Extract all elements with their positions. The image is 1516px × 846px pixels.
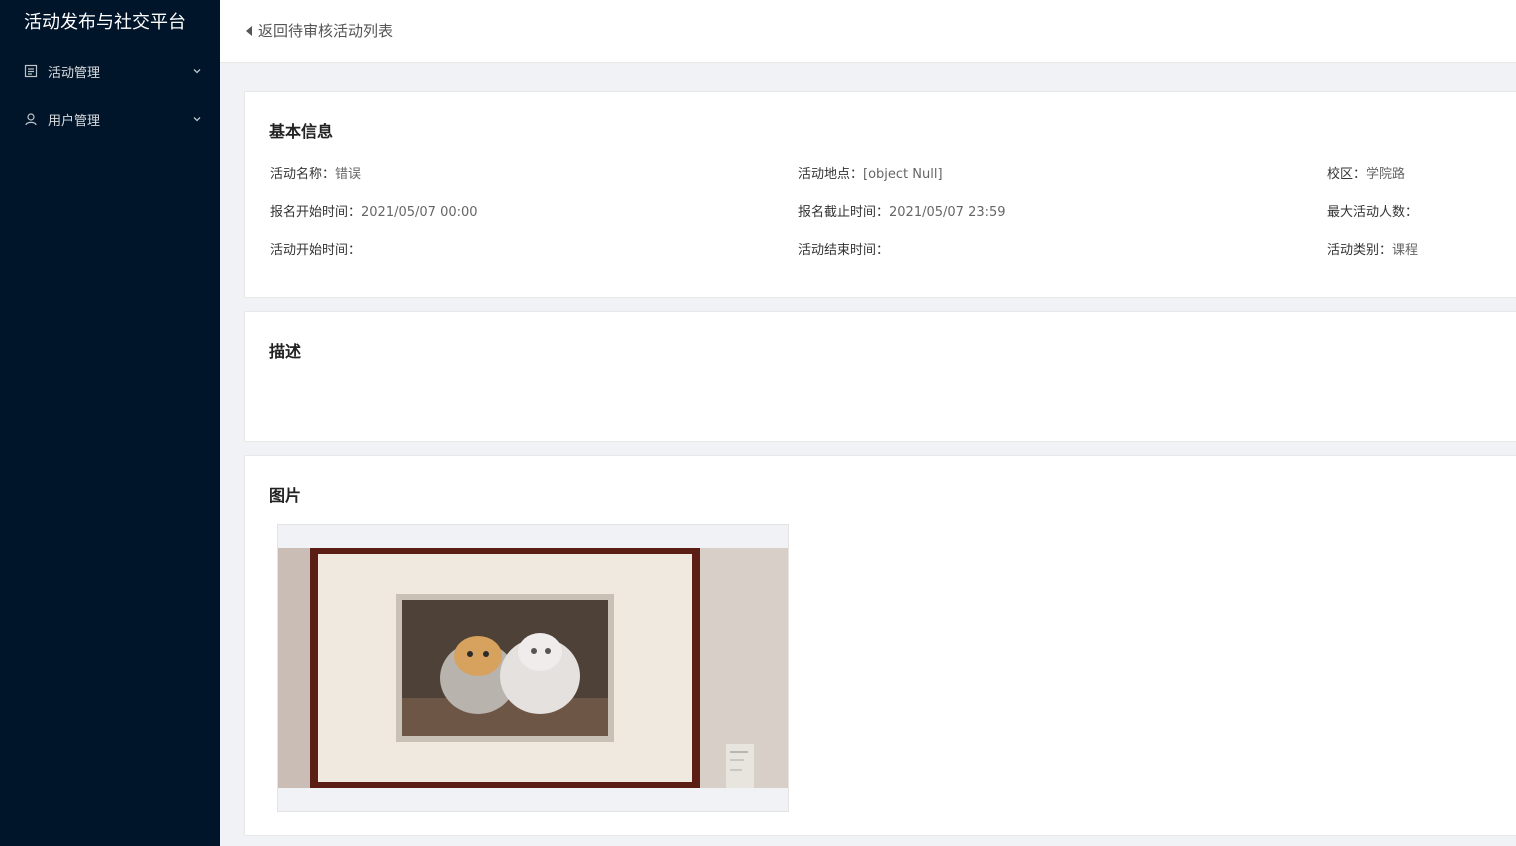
field-value: 2021/05/07 23:59 bbox=[889, 205, 1006, 220]
basic-info-card: 基本信息 活动名称：错误 活动地点：[object Null] 校区：学院路 报… bbox=[244, 91, 1516, 298]
field-label: 活动名称： bbox=[270, 167, 336, 182]
campus-field: 校区：学院路 bbox=[1327, 163, 1405, 182]
user-icon bbox=[24, 112, 38, 126]
field-value: 2021/05/07 00:00 bbox=[361, 205, 478, 220]
sidebar: 活动发布与社交平台 活动管理 用户管理 bbox=[0, 0, 220, 846]
max-participants-field: 最大活动人数： bbox=[1327, 201, 1418, 220]
field-label: 校区： bbox=[1327, 167, 1367, 182]
activity-end-field: 活动结束时间： bbox=[798, 239, 889, 258]
basic-info-title: 基本信息 bbox=[269, 122, 334, 141]
caret-left-icon bbox=[246, 25, 252, 36]
description-card: 描述 bbox=[244, 311, 1516, 442]
images-title: 图片 bbox=[269, 486, 302, 505]
field-value: [object Null] bbox=[863, 167, 943, 182]
activity-name-field: 活动名称：错误 bbox=[270, 163, 361, 182]
field-value: 课程 bbox=[1392, 243, 1419, 258]
field-label: 报名开始时间： bbox=[270, 205, 362, 220]
field-label: 活动类别： bbox=[1327, 243, 1393, 258]
sidebar-item-user-management[interactable]: 用户管理 bbox=[0, 99, 220, 139]
sidebar-item-activity-management[interactable]: 活动管理 bbox=[0, 51, 220, 91]
field-label: 活动结束时间： bbox=[798, 243, 890, 258]
chevron-down-icon bbox=[192, 65, 202, 75]
app-title: 活动发布与社交平台 bbox=[24, 12, 186, 33]
sidebar-item-label: 活动管理 bbox=[48, 65, 101, 81]
activity-image bbox=[278, 548, 788, 788]
sidebar-item-label: 用户管理 bbox=[48, 113, 101, 129]
chevron-down-icon bbox=[192, 113, 202, 123]
field-value: 学院路 bbox=[1366, 167, 1406, 182]
registration-end-field: 报名截止时间：2021/05/07 23:59 bbox=[798, 201, 1006, 220]
field-label: 报名截止时间： bbox=[798, 205, 890, 220]
field-label: 活动开始时间： bbox=[270, 243, 362, 258]
activity-start-field: 活动开始时间： bbox=[270, 239, 361, 258]
field-value: 错误 bbox=[335, 167, 362, 182]
field-label: 活动地点： bbox=[798, 167, 864, 182]
activity-category-field: 活动类别：课程 bbox=[1327, 239, 1418, 258]
list-icon bbox=[24, 64, 38, 78]
field-label: 最大活动人数： bbox=[1327, 205, 1419, 220]
activity-image-frame[interactable] bbox=[277, 524, 789, 812]
images-card: 图片 bbox=[244, 455, 1516, 836]
registration-start-field: 报名开始时间：2021/05/07 00:00 bbox=[270, 201, 478, 220]
header-bar: 返回待审核活动列表 bbox=[220, 0, 1516, 63]
activity-location-field: 活动地点：[object Null] bbox=[798, 163, 943, 182]
back-to-pending-list-link[interactable]: 返回待审核活动列表 bbox=[246, 20, 393, 41]
back-link-label: 返回待审核活动列表 bbox=[258, 22, 394, 40]
description-title: 描述 bbox=[269, 342, 302, 361]
